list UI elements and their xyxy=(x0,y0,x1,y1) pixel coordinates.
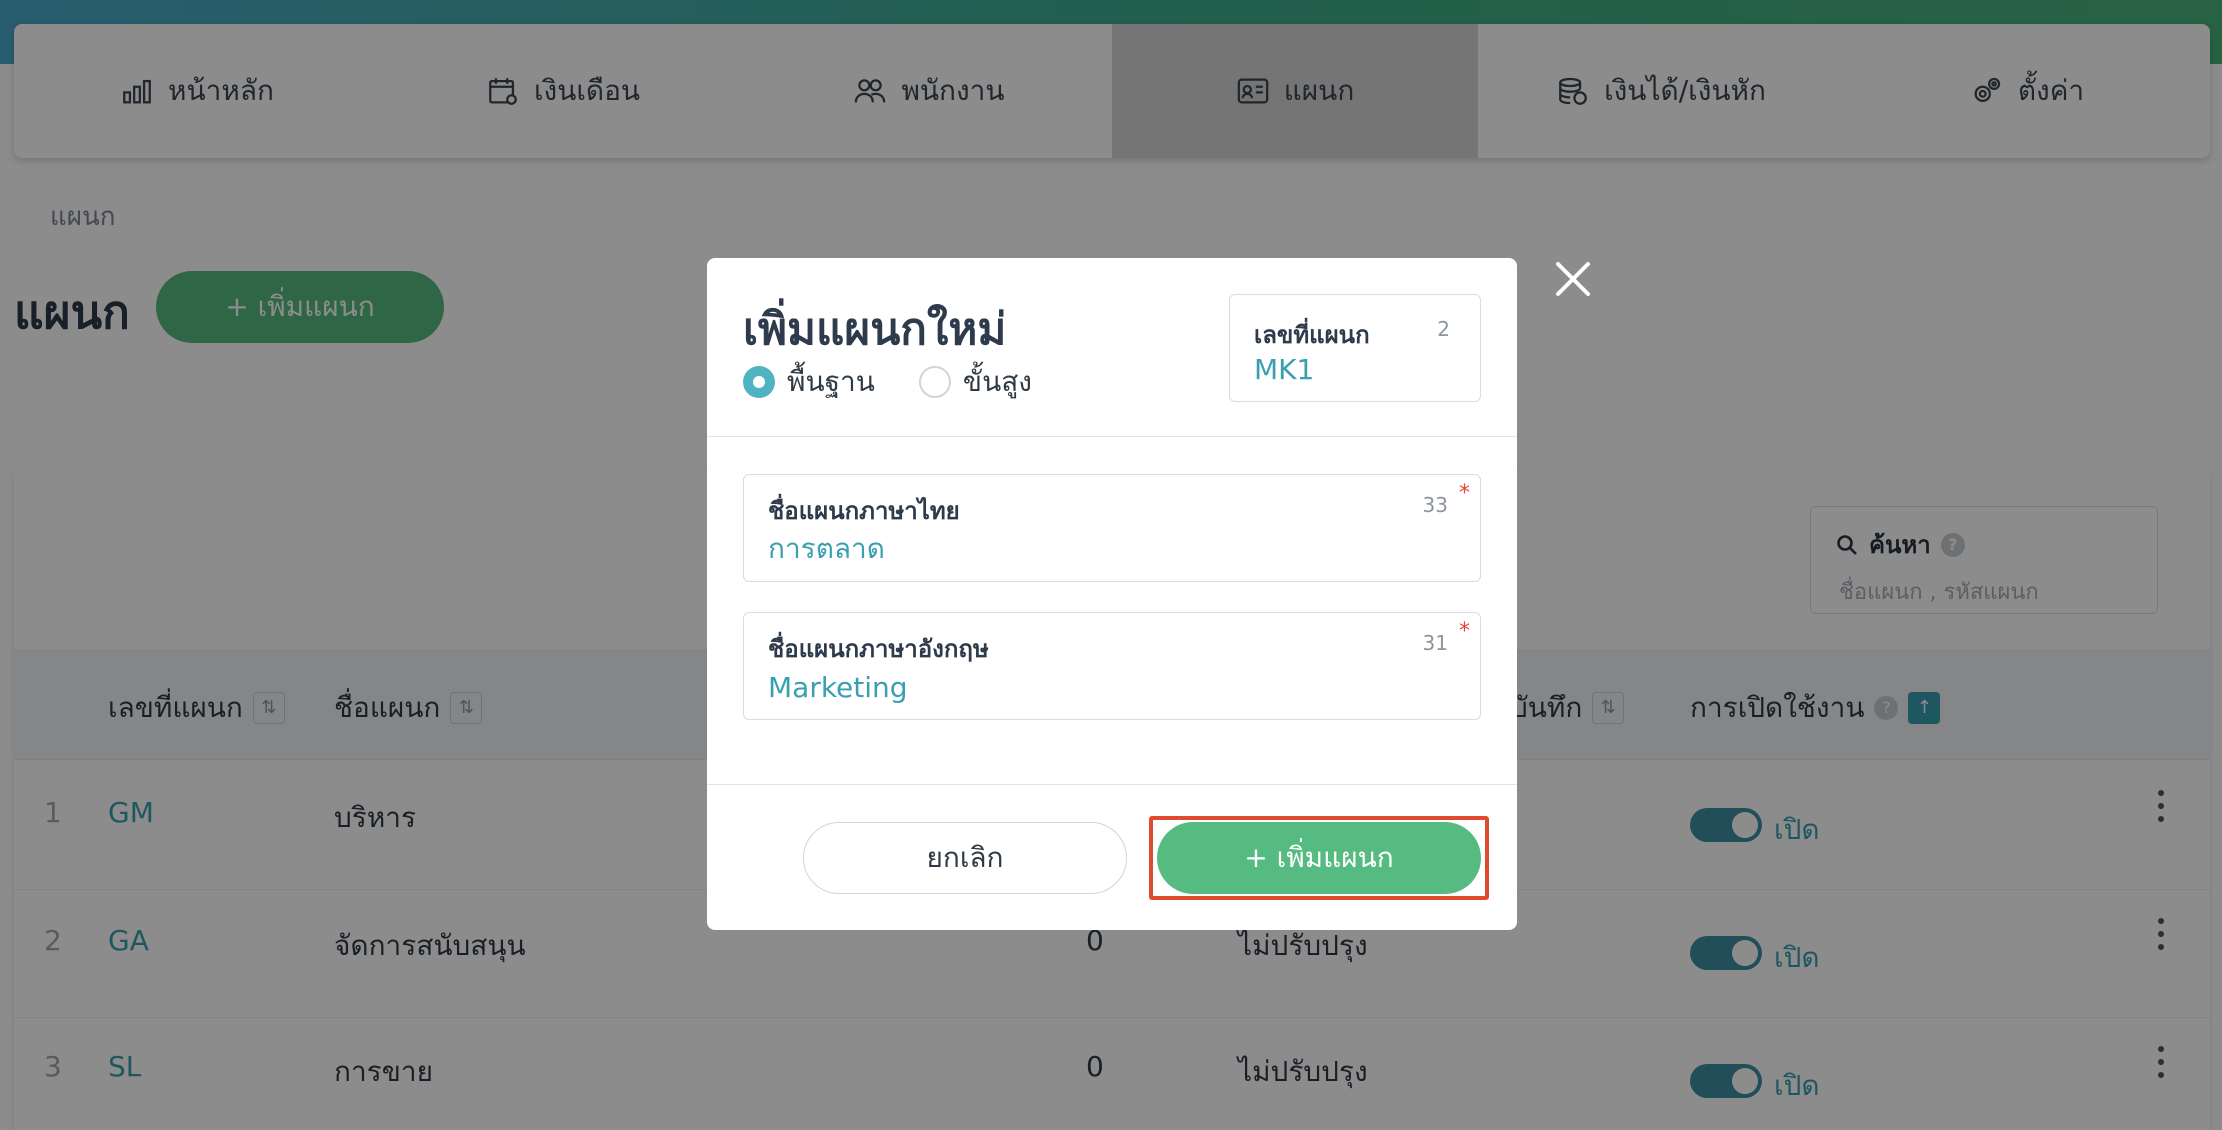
mode-radio-group: พื้นฐาน ขั้นสูง xyxy=(743,360,1032,404)
add-department-modal: เพิ่มแผนกใหม่ พื้นฐาน ขั้นสูง เลขที่แผนก… xyxy=(707,258,1517,930)
char-count: 2 xyxy=(1437,317,1450,341)
char-count: 31 xyxy=(1422,631,1448,655)
radio-checked-icon xyxy=(743,366,775,398)
field-label: ชื่อแผนกภาษาอังกฤษ xyxy=(768,635,989,663)
modal-title: เพิ่มแผนกใหม่ xyxy=(743,304,1007,355)
divider xyxy=(707,436,1517,437)
name-th-field[interactable]: ชื่อแผนกภาษาไทย 33 * xyxy=(743,474,1481,582)
field-label: ชื่อแผนกภาษาไทย xyxy=(768,497,960,525)
required-marker: * xyxy=(1459,481,1470,506)
cancel-button[interactable]: ยกเลิก xyxy=(803,822,1127,894)
radio-label: ขั้นสูง xyxy=(962,365,1032,398)
field-value: MK1 xyxy=(1254,353,1315,386)
required-marker: * xyxy=(1459,619,1470,644)
name-th-input[interactable] xyxy=(768,529,1448,569)
department-code-field[interactable]: เลขที่แผนก 2 MK1 xyxy=(1229,294,1481,402)
close-icon[interactable] xyxy=(1552,258,1594,300)
radio-unchecked-icon xyxy=(918,366,951,398)
char-count: 33 xyxy=(1422,493,1448,517)
radio-advanced[interactable]: ขั้นสูง xyxy=(918,360,1032,404)
name-en-input[interactable] xyxy=(768,667,1448,707)
field-label: เลขที่แผนก xyxy=(1254,321,1370,349)
submit-add-department-button[interactable]: + เพิ่มแผนก xyxy=(1157,822,1481,894)
radio-label: พื้นฐาน xyxy=(787,365,875,398)
radio-basic[interactable]: พื้นฐาน xyxy=(743,360,875,404)
divider xyxy=(707,784,1517,785)
name-en-field[interactable]: ชื่อแผนกภาษาอังกฤษ 31 * xyxy=(743,612,1481,720)
